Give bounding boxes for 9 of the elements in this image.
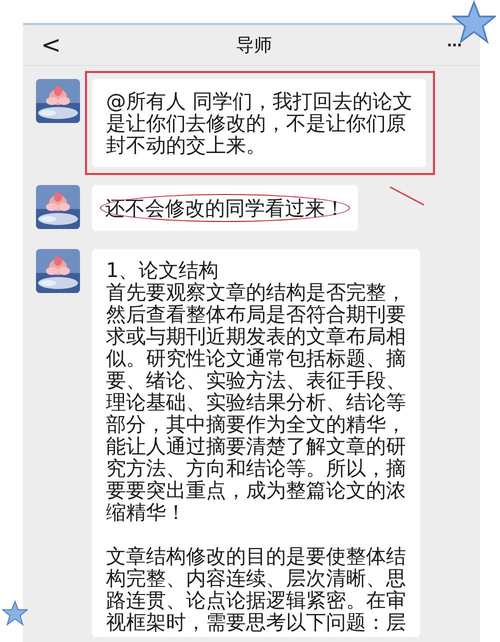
- message-text: @所有人 同学们，我打回去的论文 是让你们去修改的，不是让你们原 封不动的交上来。: [106, 90, 412, 156]
- message-text: 1、论文结构 首先要观察文章的结构是否完整， 然后查看整体布局是否符合期刊要 求或与期刊近期发表的文章布局相 似。研究性论文通常包括标题、摘 要、绪论、实验方法、表征手段、 理论基础、实验结果分析、结论等 部分，其中摘要作为全文的精华， 能让人通过摘要清楚了解文章的研 究方法、方向和结论等。所以，摘 要要突出重点，成为整篇论文的浓 缩精华！: [106, 259, 406, 523]
- more-button[interactable]: ···: [447, 34, 462, 56]
- star-icon: [2, 598, 28, 628]
- message-text: 文章结构修改的目的是要使整体结 构完整、内容连续、层次清晰、思 路连贯、论点论据逻辑紧密。在审 视框架时，需要思考以下问题：层: [106, 545, 406, 633]
- circled-message-text: 还不会修改的同学看过来！: [100, 194, 350, 222]
- chat-title: 导师: [236, 34, 272, 57]
- back-button[interactable]: <: [41, 31, 62, 59]
- star-icon: [452, 0, 496, 44]
